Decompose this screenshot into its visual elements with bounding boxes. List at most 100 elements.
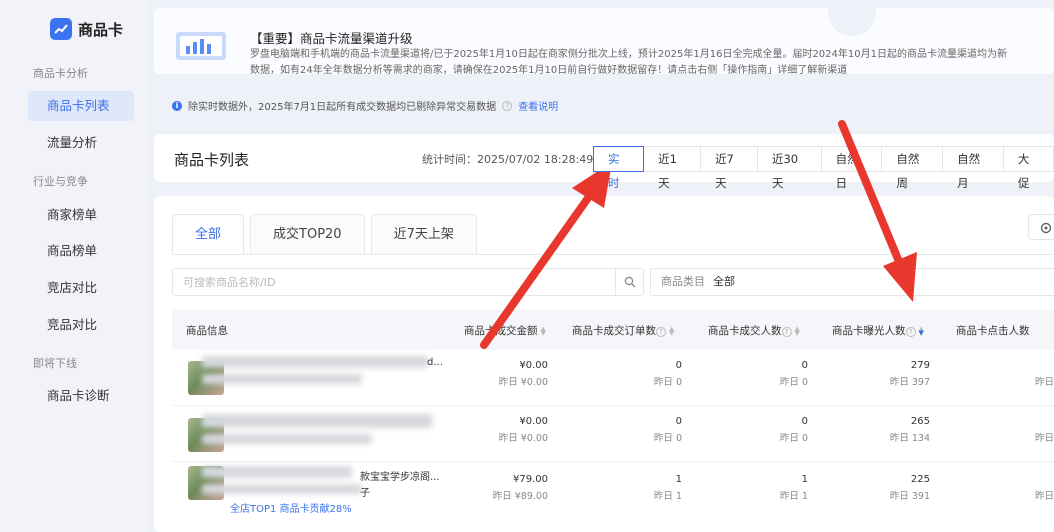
product-name: 款宝宝学步凉阁...	[360, 472, 440, 483]
table-row[interactable]: 款宝宝学步凉阁... 子 全店TOP1 商品卡贡献28% ¥79.00 昨日 ¥8…	[172, 462, 1054, 532]
yesterday-value: 昨日 134	[889, 433, 930, 444]
redacted-name	[202, 414, 432, 428]
search-box	[172, 268, 644, 296]
stat-time: 统计时间：2025/07/02 18:28:49	[422, 151, 593, 167]
yesterday-value: 昨日 0	[653, 433, 682, 444]
tabs-divider	[172, 254, 1052, 255]
range-tab-realtime[interactable]: 实时	[593, 146, 645, 190]
yesterday-value: 昨日	[1034, 491, 1054, 502]
value: 1	[801, 474, 808, 485]
notice-body: 罗盘电脑端和手机端的商品卡流量渠道将/已于2025年1月10日起在商家侧分批次上…	[250, 49, 1007, 76]
cell-exposure: 279 昨日 397	[860, 360, 930, 388]
table-header: 商品信息 商品卡成交金额 ▲ ▼ 商品卡成交订单数? ▲ ▼ 商品卡成交人数? ▲ ▼ 商品…	[172, 310, 1054, 350]
sort-icon[interactable]: ▲ ▼	[669, 326, 674, 337]
range-tab-natural-month[interactable]: 自然月	[942, 146, 1004, 190]
dashboard-illustration-icon	[174, 28, 232, 64]
sidebar-item-product-compare[interactable]: 竞品对比	[28, 310, 134, 340]
cell-amount: ¥0.00 昨日 ¥0.00	[472, 360, 548, 388]
yesterday-value: 昨日 397	[889, 377, 930, 388]
table-row[interactable]: d... ¥0.00 昨日 ¥0.00 0 昨日 0 0 昨日 0 279 昨日 397…	[172, 350, 1054, 406]
redacted-name	[202, 434, 372, 444]
search-icon[interactable]	[615, 269, 643, 295]
tab-new-7d[interactable]: 近7天上架	[370, 214, 477, 254]
col-amount-label: 商品卡成交金额	[464, 325, 538, 337]
brand-name: 商品卡	[78, 20, 124, 39]
sidebar-item-product-rank[interactable]: 商品榜单	[28, 236, 134, 266]
search-input[interactable]	[173, 269, 613, 295]
yesterday-value: 昨日 1	[779, 491, 808, 502]
col-buyers[interactable]: 商品卡成交人数? ▲ ▼	[708, 323, 800, 338]
col-clicks[interactable]: 商品卡点击人数	[956, 323, 1030, 338]
yesterday-value: 昨日 0	[779, 433, 808, 444]
range-tab-7d[interactable]: 近7天	[700, 146, 758, 190]
value: 225	[910, 474, 930, 485]
sort-icon[interactable]: ▲ ▼	[919, 326, 924, 337]
cell-orders: 1 昨日 1	[612, 474, 682, 502]
info-line: i 除实时数据外，2025年7月1日起所有成交数据均已剔除异常交易数据 ? 查看…	[172, 98, 558, 113]
question-icon[interactable]: ?	[656, 327, 666, 337]
sort-icon[interactable]: ▲ ▼	[541, 326, 546, 337]
view-explanation-link[interactable]: 查看说明	[518, 98, 558, 113]
cell-buyers: 0 昨日 0	[738, 416, 808, 444]
col-amount[interactable]: 商品卡成交金额 ▲ ▼	[464, 323, 546, 338]
time-range-tabs: 实时 近1天 近7天 近30天 自然日 自然周 自然月 大促	[593, 146, 1054, 190]
yesterday-value: 昨日 ¥0.00	[498, 377, 548, 388]
col-exposure-label: 商品卡曝光人数	[832, 325, 906, 337]
yesterday-value: 昨日 1	[653, 491, 682, 502]
range-tab-natural-week[interactable]: 自然周	[881, 146, 944, 190]
chart-trend-icon	[50, 18, 72, 40]
yesterday-value: 昨日	[1034, 433, 1054, 444]
category-label: 商品类目	[661, 275, 705, 288]
sidebar-item-merchant-rank[interactable]: 商家榜单	[28, 200, 134, 230]
cell-amount: ¥0.00 昨日 ¥0.00	[472, 416, 548, 444]
value: 1	[675, 474, 682, 485]
col-product-info: 商品信息	[186, 325, 228, 337]
value: 279	[910, 360, 930, 371]
product-name: 子	[360, 488, 370, 499]
sidebar-item-product-diagnosis[interactable]: 商品卡诊断	[28, 381, 134, 411]
question-icon[interactable]: ?	[781, 327, 792, 337]
category-select[interactable]: 商品类目 全部	[650, 268, 1054, 296]
info-text: 除实时数据外，2025年7月1日起所有成交数据均已剔除异常交易数据	[188, 102, 497, 113]
settings-icon[interactable]	[1028, 214, 1054, 240]
question-icon[interactable]: ?	[905, 327, 916, 337]
sidebar-section-deprecated: 即将下线	[33, 357, 77, 370]
main-card: 全部 成交TOP20 近7天上架 商品类目全部 商品信息 商品卡成交金额▲▼ 商…	[154, 196, 1054, 532]
sidebar-item-product-card-list[interactable]: 商品卡列表	[28, 91, 134, 121]
filter-tabs: 全部 成交TOP20 近7天上架	[172, 214, 483, 254]
cell-clicks: 昨日	[1002, 360, 1054, 388]
cell-buyers: 1 昨日 1	[738, 474, 808, 502]
range-tab-1d[interactable]: 近1天	[643, 146, 702, 190]
cell-buyers: 0 昨日 0	[738, 360, 808, 388]
cell-clicks: 昨日	[1002, 474, 1054, 502]
sidebar-item-shop-compare[interactable]: 竞店对比	[28, 273, 134, 303]
col-buyers-label: 商品卡成交人数	[708, 325, 782, 337]
table-row[interactable]: ¥0.00 昨日 ¥0.00 0 昨日 0 0 昨日 0 265 昨日 134 昨日	[172, 406, 1054, 462]
range-tab-30d[interactable]: 近30天	[756, 146, 822, 190]
redacted-name	[202, 466, 352, 478]
tab-top20[interactable]: 成交TOP20	[250, 214, 365, 254]
list-header: 商品卡列表 统计时间：2025/07/02 18:28:49 实时 近1天 近7…	[154, 134, 1054, 190]
question-icon[interactable]: ?	[502, 100, 513, 111]
category-value: 全部	[713, 275, 735, 288]
yesterday-value: 昨日 0	[653, 377, 682, 388]
stat-time-label: 统计时间：	[422, 153, 477, 166]
col-exposure[interactable]: 商品卡曝光人数? ▲ ▼	[832, 323, 924, 338]
cell-exposure: 265 昨日 134	[860, 416, 930, 444]
yesterday-value: 昨日 391	[889, 491, 930, 502]
redacted-name	[202, 374, 362, 384]
yesterday-value: 昨日 ¥0.00	[498, 433, 548, 444]
col-orders[interactable]: 商品卡成交订单数? ▲ ▼	[572, 323, 674, 338]
sidebar-section-industry: 行业与竞争	[33, 175, 88, 188]
page-title: 商品卡列表	[174, 151, 250, 169]
range-tab-promotion[interactable]: 大促	[1002, 146, 1054, 190]
sidebar-item-traffic-analysis[interactable]: 流量分析	[28, 128, 134, 158]
value: 0	[801, 416, 808, 427]
tab-all[interactable]: 全部	[172, 214, 245, 254]
range-tab-natural-day[interactable]: 自然日	[820, 146, 883, 190]
col-orders-label: 商品卡成交订单数	[572, 325, 656, 337]
value: 0	[801, 360, 808, 371]
value: 265	[910, 416, 930, 427]
sort-icon[interactable]: ▲ ▼	[795, 326, 800, 337]
stat-time-value: 2025/07/02 18:28:49	[477, 153, 594, 166]
